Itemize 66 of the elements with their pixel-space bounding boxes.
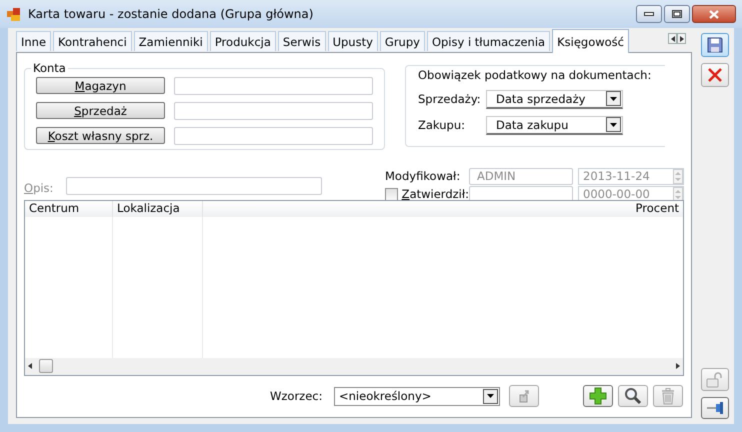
pin-button[interactable] bbox=[701, 397, 729, 419]
spinner-icon[interactable] bbox=[673, 186, 683, 202]
account-field[interactable] bbox=[174, 77, 373, 95]
template-dropdown[interactable]: <nieokreślony> bbox=[334, 386, 500, 406]
spinner-icon[interactable] bbox=[673, 168, 683, 184]
search-button[interactable] bbox=[618, 385, 648, 408]
field-label: Wzorzec: bbox=[270, 389, 324, 404]
tab[interactable]: Opisy i tłumaczenia bbox=[426, 31, 550, 51]
column-header[interactable]: Lokalizacja bbox=[113, 200, 203, 217]
tab[interactable]: Zamienniki bbox=[134, 31, 208, 51]
account-button[interactable]: Koszt własny sprz. bbox=[36, 127, 165, 144]
tab[interactable]: Księgowość bbox=[552, 29, 629, 53]
tab[interactable]: Kontrahenci bbox=[53, 31, 132, 51]
checkbox[interactable] bbox=[385, 188, 398, 201]
add-button[interactable] bbox=[583, 385, 613, 408]
delete-button[interactable] bbox=[653, 385, 683, 408]
maximize-button[interactable] bbox=[664, 5, 690, 23]
date-dropdown[interactable]: Data sprzedaży bbox=[486, 90, 623, 108]
field-label: Zatwierdził: bbox=[402, 187, 469, 202]
scroll-right-button[interactable] bbox=[677, 33, 686, 44]
tab[interactable]: Upusty bbox=[328, 31, 378, 51]
horizontal-scrollbar[interactable] bbox=[25, 358, 683, 375]
maximize-icon bbox=[672, 10, 682, 18]
account-button[interactable]: Sprzedaż bbox=[36, 102, 165, 119]
scrollbar-thumb[interactable] bbox=[39, 359, 53, 374]
app-icon bbox=[6, 6, 22, 22]
account-button[interactable]: Magazyn bbox=[36, 77, 165, 94]
tab[interactable]: Grupy bbox=[380, 31, 425, 51]
save-button[interactable] bbox=[701, 33, 729, 57]
plus-icon bbox=[589, 387, 607, 406]
pin-icon bbox=[706, 402, 724, 414]
column-header[interactable]: Procent bbox=[203, 200, 683, 217]
tab[interactable]: Produkcja bbox=[210, 31, 276, 51]
minimize-icon bbox=[644, 12, 654, 16]
user-field: ADMIN bbox=[469, 168, 573, 185]
tab[interactable]: Inne bbox=[16, 31, 52, 51]
left-arrow-icon bbox=[670, 36, 674, 42]
close-button[interactable] bbox=[692, 5, 736, 23]
group-title: Obowiązek podatkowy na dokumentach: bbox=[418, 68, 652, 84]
cancel-button[interactable] bbox=[701, 63, 729, 87]
padlock-icon bbox=[706, 372, 724, 388]
field-label: Zakupu: bbox=[418, 118, 466, 132]
column-header[interactable]: Centrum bbox=[25, 200, 113, 217]
date-dropdown[interactable]: Data zakupu bbox=[486, 116, 623, 134]
close-icon bbox=[709, 10, 719, 18]
caret-icon bbox=[610, 122, 617, 126]
date-field: 2013-11-24 bbox=[578, 168, 684, 185]
field-label: Opis: bbox=[24, 180, 54, 195]
description-field[interactable] bbox=[66, 176, 322, 195]
unlock-button[interactable] bbox=[701, 368, 729, 391]
group-title: Konta bbox=[31, 61, 68, 75]
account-field[interactable] bbox=[174, 102, 373, 120]
search-icon bbox=[624, 387, 642, 406]
trash-icon bbox=[661, 388, 675, 405]
field-label: Modyfikował: bbox=[385, 169, 462, 184]
scroll-left-button[interactable] bbox=[668, 33, 677, 44]
export-button[interactable] bbox=[509, 385, 539, 408]
right-arrow-icon bbox=[680, 36, 684, 42]
caret-icon bbox=[610, 96, 617, 100]
window-title: Karta towaru - zostanie dodana (Grupa główna) bbox=[28, 7, 314, 21]
field-label: Sprzedaży: bbox=[418, 92, 482, 106]
tab[interactable]: Serwis bbox=[278, 31, 326, 51]
minimize-button[interactable] bbox=[636, 5, 662, 23]
cancel-icon bbox=[707, 67, 723, 83]
account-field[interactable] bbox=[174, 127, 373, 145]
caret-icon bbox=[487, 394, 494, 398]
